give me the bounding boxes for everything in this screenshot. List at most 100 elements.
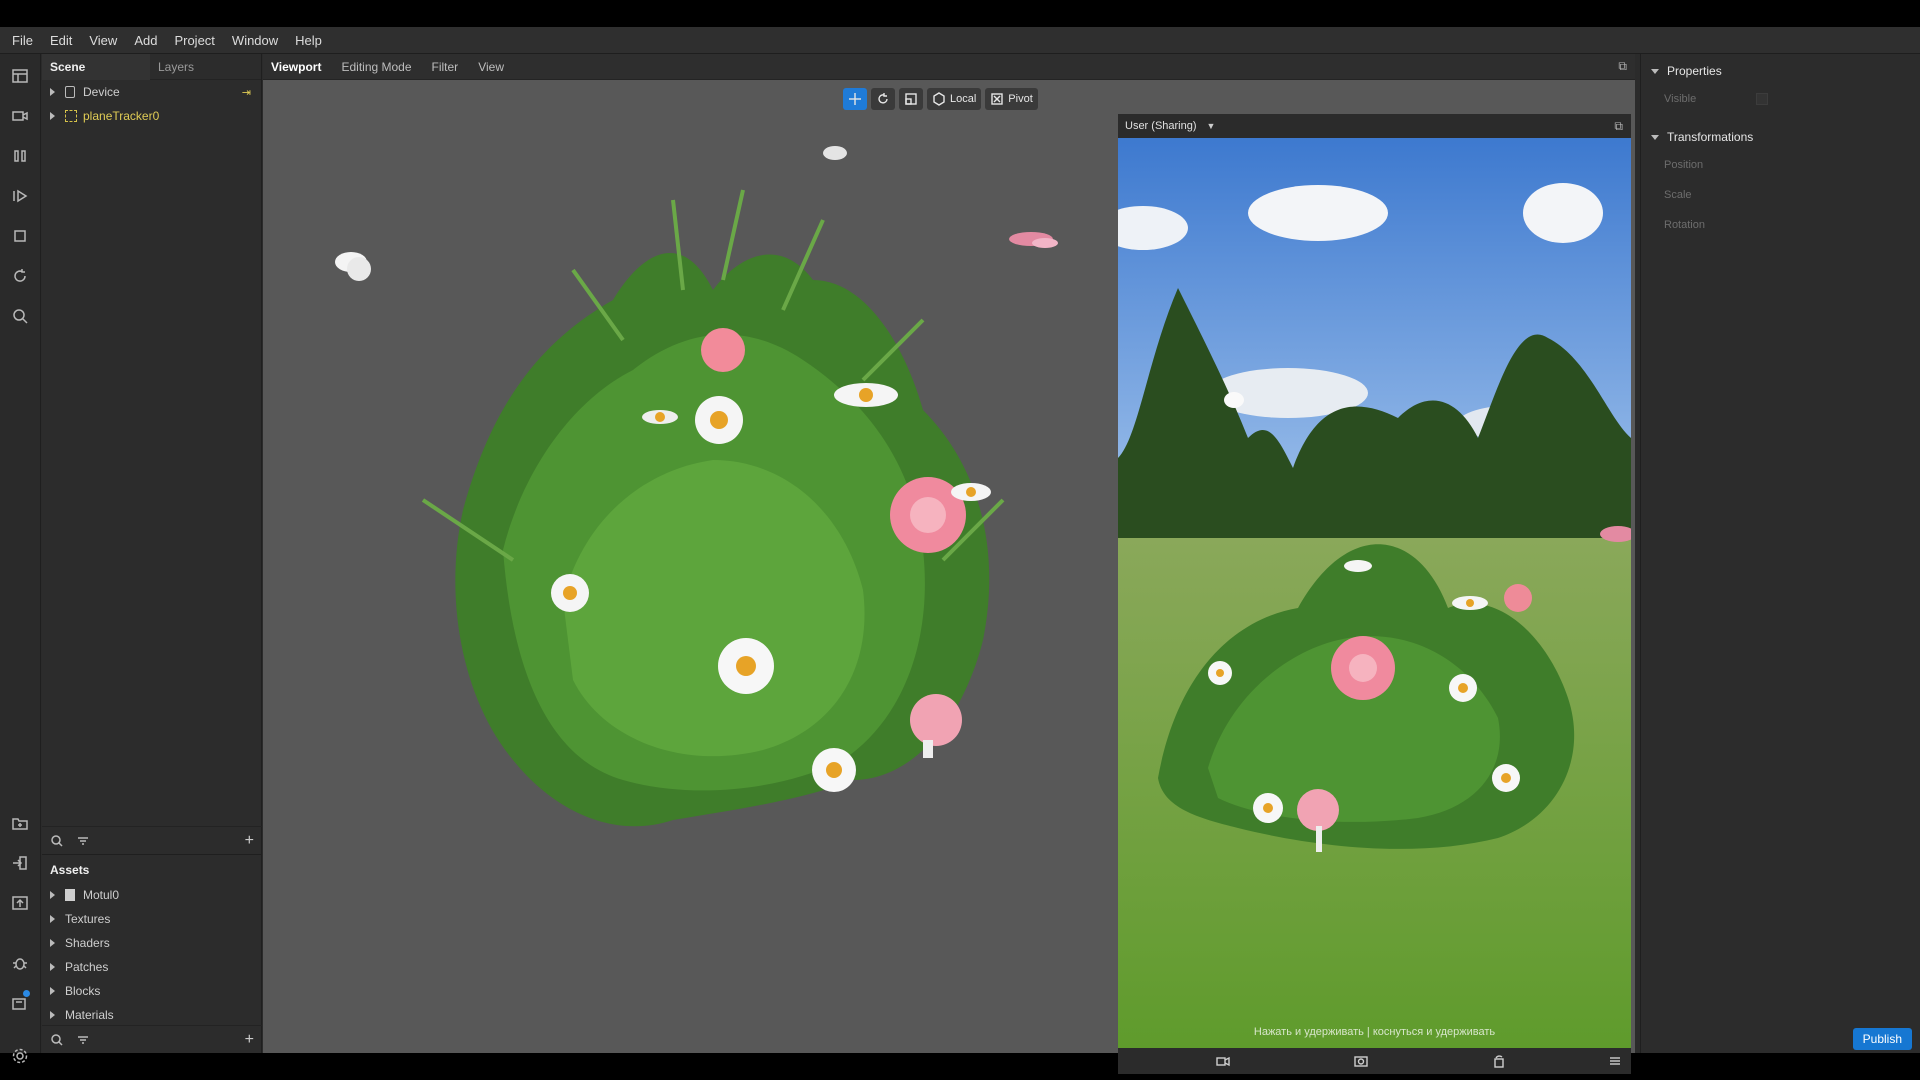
assets-title: Assets xyxy=(50,863,90,877)
asset-label: Patches xyxy=(65,960,109,974)
popout-icon[interactable]: ⧉ xyxy=(1614,119,1623,134)
plane-tracker-icon xyxy=(65,110,77,122)
position-row: Position xyxy=(1641,150,1920,180)
import-icon[interactable] xyxy=(11,814,29,832)
preview-render xyxy=(1118,138,1631,1048)
collapse-caret-icon xyxy=(1651,134,1659,140)
add-object-button[interactable]: + xyxy=(245,832,254,850)
asset-item[interactable]: Blocks xyxy=(42,979,261,1003)
menu-add[interactable]: Add xyxy=(134,33,157,48)
search-icon[interactable] xyxy=(50,834,64,848)
section-properties[interactable]: Properties xyxy=(1641,58,1920,84)
rotate-device-icon[interactable] xyxy=(1492,1054,1506,1068)
screenshot-icon[interactable] xyxy=(1354,1054,1368,1068)
play-icon[interactable] xyxy=(11,187,29,205)
expand-caret-icon[interactable] xyxy=(50,939,55,947)
search-icon[interactable] xyxy=(11,307,29,325)
menu-edit[interactable]: Edit xyxy=(50,33,72,48)
device-icon[interactable] xyxy=(11,990,30,1012)
butterfly-pink xyxy=(1009,232,1058,248)
daisy xyxy=(1253,793,1283,823)
daisy xyxy=(1344,560,1372,572)
tree-item-label: Device xyxy=(83,85,120,99)
app-window: File Edit View Add Project Window Help S… xyxy=(0,27,1920,1074)
tab-editing-mode[interactable]: Editing Mode xyxy=(341,60,411,74)
login-icon[interactable] xyxy=(11,854,29,872)
preview-panel: User (Sharing) ▼ ⧉ Нажать и удерживать |… xyxy=(1118,114,1631,1074)
tab-scene[interactable]: Scene xyxy=(42,53,150,80)
asset-label: Textures xyxy=(65,912,111,926)
popout-icon[interactable]: ⧉ xyxy=(1618,59,1627,74)
upload-icon[interactable] xyxy=(11,894,29,912)
section-title: Properties xyxy=(1667,64,1722,78)
preview-header: User (Sharing) ▼ ⧉ xyxy=(1118,114,1631,138)
filter-icon[interactable] xyxy=(76,834,90,848)
menu-help[interactable]: Help xyxy=(295,33,322,48)
collapse-caret-icon xyxy=(1651,68,1659,74)
search-icon[interactable] xyxy=(50,1033,64,1047)
menu-window[interactable]: Window xyxy=(232,33,278,48)
pause-icon[interactable] xyxy=(11,147,29,165)
expand-caret-icon[interactable] xyxy=(50,987,55,995)
expand-caret-icon[interactable] xyxy=(50,915,55,923)
viewport-tabs: Viewport Editing Mode Filter View ⧉ xyxy=(263,54,1635,80)
video-icon[interactable] xyxy=(1216,1054,1230,1068)
tab-layers[interactable]: Layers xyxy=(150,54,202,80)
pink-flower-top xyxy=(701,328,745,372)
expand-caret-icon[interactable] xyxy=(50,891,55,899)
preview-hint: Нажать и удерживать | коснуться и удержи… xyxy=(1253,1026,1496,1038)
camera-preview[interactable]: Нажать и удерживать | коснуться и удержи… xyxy=(1118,138,1631,1048)
menu-icon[interactable] xyxy=(1608,1054,1622,1068)
asset-item[interactable]: Motul0 xyxy=(42,883,261,907)
filter-icon[interactable] xyxy=(76,1033,90,1047)
refresh-icon[interactable] xyxy=(11,267,29,285)
scene-render xyxy=(335,146,1058,827)
menu-file[interactable]: File xyxy=(12,33,33,48)
scene-tabs: Scene Layers xyxy=(42,53,261,80)
menu-project[interactable]: Project xyxy=(174,33,214,48)
publish-button[interactable]: Publish xyxy=(1852,1028,1912,1050)
expand-caret-icon[interactable] xyxy=(50,963,55,971)
menu-bar: File Edit View Add Project Window Help xyxy=(0,27,1920,54)
field-label: Rotation xyxy=(1664,219,1705,231)
visible-checkbox[interactable] xyxy=(1756,93,1768,105)
tree-item-label: planeTracker0 xyxy=(83,109,160,123)
square-icon[interactable] xyxy=(11,227,29,245)
asset-item[interactable]: Patches xyxy=(42,955,261,979)
tree-item-planetracker[interactable]: planeTracker0 xyxy=(42,104,261,128)
preview-footer xyxy=(1118,1048,1631,1074)
expand-caret-icon[interactable] xyxy=(50,112,55,120)
device-select[interactable]: User (Sharing) xyxy=(1125,120,1197,132)
expand-caret-icon[interactable] xyxy=(50,88,55,96)
expand-caret-icon[interactable] xyxy=(50,1011,55,1019)
camera-icon[interactable] xyxy=(11,107,29,125)
add-asset-button[interactable]: + xyxy=(245,1031,254,1049)
asset-item[interactable]: Textures xyxy=(42,907,261,931)
gear-icon[interactable] xyxy=(11,1047,29,1065)
daisy xyxy=(812,748,856,792)
butterfly-white xyxy=(1224,392,1244,408)
bug-icon[interactable] xyxy=(11,954,29,972)
file-icon xyxy=(65,889,75,901)
pink-flower-large xyxy=(1331,636,1395,700)
section-transformations[interactable]: Transformations xyxy=(1641,124,1920,150)
tab-view[interactable]: View xyxy=(478,60,504,74)
pin-icon[interactable]: ⇥ xyxy=(242,86,251,99)
menu-view[interactable]: View xyxy=(89,33,117,48)
assets-footer: + xyxy=(42,1025,262,1053)
asset-label: Blocks xyxy=(65,984,101,998)
visible-label: Visible xyxy=(1664,93,1697,105)
asset-item[interactable]: Shaders xyxy=(42,931,261,955)
daisy xyxy=(1452,596,1488,610)
chevron-down-icon[interactable]: ▼ xyxy=(1207,121,1216,131)
tab-viewport[interactable]: Viewport xyxy=(271,60,321,74)
scale-row: Scale xyxy=(1641,180,1920,210)
asset-label: Motul0 xyxy=(83,888,120,902)
layout-icon[interactable] xyxy=(11,67,29,85)
tree-item-device[interactable]: Device ⇥ xyxy=(42,80,261,104)
daisy xyxy=(1208,661,1232,685)
tab-filter[interactable]: Filter xyxy=(432,60,459,74)
properties-panel: Properties Visible Transformations Posit… xyxy=(1640,54,1920,1053)
asset-label: Materials xyxy=(65,1008,114,1022)
asset-item[interactable]: Materials xyxy=(42,1003,261,1027)
